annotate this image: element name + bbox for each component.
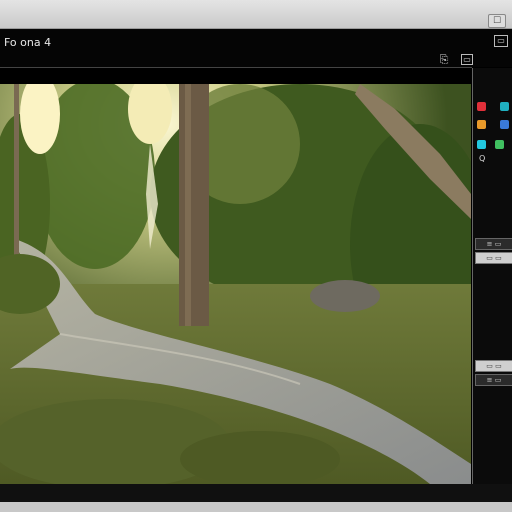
panel-bar-2[interactable]: ▭ ▭ [475,252,512,264]
red-layer-icon[interactable] [477,102,486,111]
panel-bar-1[interactable]: ≡ ▭ [475,238,512,250]
green-layer-icon[interactable] [495,140,504,149]
toolbar-window-icon[interactable]: ▭ [494,35,508,47]
blue-layer-icon[interactable] [500,120,509,129]
toolbar-view-icon[interactable]: ▭ [461,54,473,65]
panel-bar-3[interactable]: ▭ ▭ [475,360,512,372]
toolbar-divider [0,67,472,68]
status-bar [0,484,512,502]
right-side-panel: Q ≡ ▭ ▭ ▭ ▭ ▭ ≡ ▭ [472,68,512,488]
panel-text: Q [479,154,486,163]
app-label: Fo ona 4 [4,36,52,49]
toolbar-pin-icon[interactable]: ⎘ [437,54,451,66]
teal-layer-icon[interactable] [500,102,509,111]
window-control-button[interactable]: ☐ [488,14,506,28]
app-window: Fo ona 4 ⎘ ▭ ▭ Q ≡ ▭ ▭ ▭ ▭ ▭ ≡ ▭ [0,29,512,502]
window-bottom-edge [0,502,512,512]
top-toolbar: Fo ona 4 ⎘ ▭ ▭ [0,29,512,67]
forest-scene [0,84,471,484]
panel-bar-4[interactable]: ≡ ▭ [475,374,512,386]
window-titlebar: ☐ [0,0,512,29]
scene-viewport[interactable] [0,84,471,484]
cyan-layer-icon[interactable] [477,140,486,149]
orange-layer-icon[interactable] [477,120,486,129]
